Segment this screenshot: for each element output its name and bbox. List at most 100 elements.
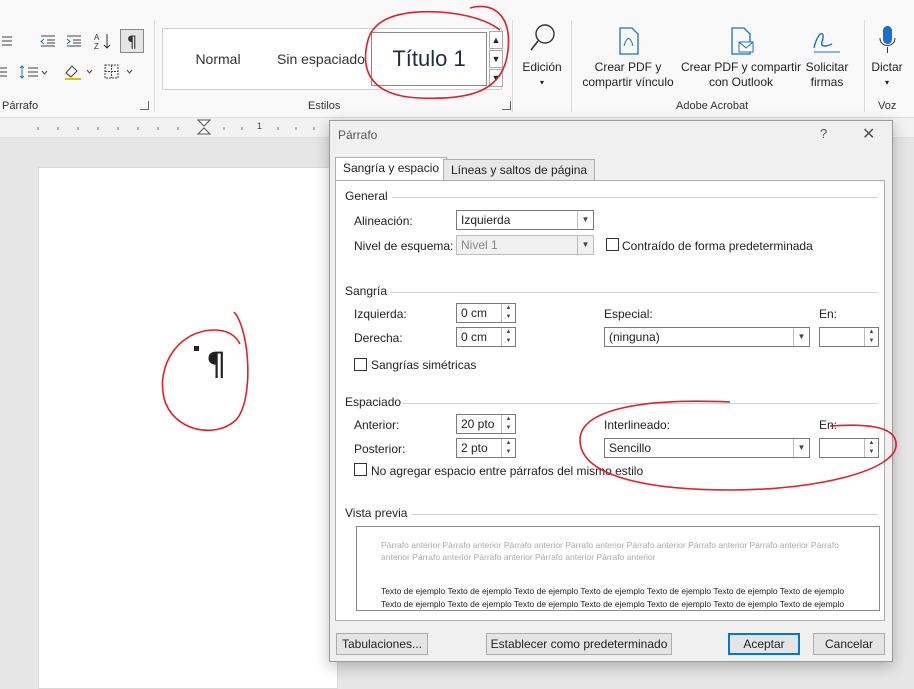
alineacion-select[interactable]: Izquierda ▼ (456, 210, 594, 230)
preview-sample-text: Texto de ejemplo Texto de ejemplo Texto … (381, 586, 845, 609)
sangrias-simetricas-label: Sangrías simétricas (371, 358, 477, 372)
help-icon[interactable]: ? (820, 126, 827, 141)
ruler-mark: 1 (257, 121, 263, 131)
divider (390, 292, 878, 293)
section-vista-previa: Vista previa (345, 506, 408, 520)
tab-lineas-saltos[interactable]: Líneas y saltos de página (443, 159, 596, 181)
group-label-estilos: Estilos (308, 100, 341, 112)
no-agregar-espacio-label: No agregar espacio entre párrafos del mi… (371, 464, 644, 478)
derecha-spinner[interactable]: 0 cm ▲ ▼ (456, 327, 516, 347)
parrafo-dialog-launcher[interactable] (140, 101, 149, 110)
paragraph-mark: ¶ (206, 345, 227, 383)
gallery-more-icon[interactable]: ▼ (489, 69, 503, 87)
chevron-down-icon: ▼ (793, 328, 809, 346)
posterior-spinner[interactable]: 2 pto ▲ ▼ (456, 438, 516, 458)
borders-icon[interactable] (102, 62, 138, 82)
no-agregar-espacio-checkbox[interactable] (354, 463, 367, 476)
anterior-spinner[interactable]: 20 pto ▲ ▼ (456, 414, 516, 434)
group-label-acrobat: Adobe Acrobat (676, 100, 749, 112)
divider (412, 514, 878, 515)
section-espaciado: Espaciado (345, 395, 402, 409)
cancelar-button[interactable]: Cancelar (813, 633, 885, 655)
divider (402, 403, 878, 404)
sangria-en-spinner[interactable]: ▲ ▼ (819, 327, 879, 347)
solicitar-line2: firmas (810, 75, 844, 89)
izquierda-value: 0 cm (461, 306, 488, 320)
spin-arrows-icon[interactable]: ▲ ▼ (501, 439, 515, 457)
contraido-checkbox[interactable] (606, 238, 619, 251)
close-icon[interactable]: ✕ (862, 124, 875, 144)
dictar-label: Dictar (871, 60, 903, 74)
group-separator (512, 20, 513, 112)
spin-arrows-icon[interactable]: ▲ ▼ (501, 415, 515, 433)
crear-pdf-vinculo-line2: compartir vínculo (582, 75, 674, 89)
aceptar-button[interactable]: Aceptar (728, 633, 800, 655)
spin-arrows-icon[interactable]: ▲ ▼ (864, 328, 878, 346)
crear-pdf-outlook-button[interactable]: Crear PDF y compartir con Outlook (680, 26, 802, 90)
style-sin-espaciado[interactable]: Sin espaciado (271, 29, 371, 89)
pdf-link-icon (619, 27, 639, 55)
styles-gallery: Normal Sin espaciado Título 1 ▲ ▼ ▼ (162, 28, 503, 90)
group-label-parrafo: Párrafo (2, 100, 39, 112)
crear-pdf-vinculo-button[interactable]: Crear PDF y compartir vínculo (578, 26, 678, 90)
edicion-button[interactable]: Edición ▾ (518, 22, 566, 90)
group-separator (154, 20, 155, 112)
chevron-down-icon: ▼ (577, 236, 593, 254)
especial-select[interactable]: (ninguna) ▼ (604, 327, 810, 347)
style-normal[interactable]: Normal (173, 29, 263, 89)
search-icon (530, 24, 555, 51)
solicitar-line1: Solicitar (805, 60, 849, 74)
sort-az-icon[interactable]: AZ (92, 30, 114, 52)
alineacion-value: Izquierda (461, 213, 511, 227)
gallery-scroll-down-icon[interactable]: ▼ (489, 50, 503, 68)
ruler-ticks (37, 119, 315, 135)
solicitar-firmas-button[interactable]: Solicitar firmas (802, 26, 852, 90)
nivel-esquema-label: Nivel de esquema: (354, 239, 454, 253)
izquierda-spinner[interactable]: 0 cm ▲ ▼ (456, 303, 516, 323)
estilos-dialog-launcher[interactable] (502, 101, 511, 110)
interlineado-en-spinner[interactable]: ▲ ▼ (819, 438, 879, 458)
especial-label: Especial: (604, 307, 653, 321)
crear-pdf-outlook-line1: Crear PDF y compartir (680, 60, 802, 74)
ribbon: AZ ¶ Párrafo Normal Sin espaciado Título… (0, 0, 914, 118)
dictar-button[interactable]: Dictar ▾ (866, 24, 908, 90)
style-titulo-1[interactable]: Título 1 (371, 32, 487, 86)
document-page[interactable] (38, 167, 338, 689)
izquierda-label: Izquierda: (354, 307, 407, 321)
group-label-voz: Voz (878, 100, 897, 112)
tab-sangria-espacio[interactable]: Sangría y espacio (335, 157, 448, 181)
anterior-value: 20 pto (461, 417, 495, 431)
interlineado-select[interactable]: Sencillo ▼ (604, 438, 810, 458)
crear-pdf-vinculo-line1: Crear PDF y (594, 60, 662, 74)
interlineado-label: Interlineado: (604, 418, 671, 432)
line-spacing-icon[interactable] (18, 63, 48, 81)
preview-previous-paragraph: Párrafo anterior Párrafo anterior Párraf… (381, 540, 839, 562)
group-separator (864, 20, 865, 112)
spin-arrows-icon[interactable]: ▲ ▼ (864, 439, 878, 457)
paragraph-dialog: Párrafo ? ✕ Sangría y espacio Líneas y s… (329, 120, 893, 662)
spin-arrows-icon[interactable]: ▲ ▼ (501, 328, 515, 346)
increase-indent-icon[interactable] (64, 32, 84, 50)
tabulaciones-button[interactable]: Tabulaciones... (336, 633, 428, 655)
establecer-predeterminado-button[interactable]: Establecer como predeterminado (486, 633, 672, 655)
svg-text:Z: Z (94, 42, 99, 51)
align-icon[interactable] (0, 63, 8, 81)
section-general: General (345, 189, 388, 203)
sangrias-simetricas-checkbox[interactable] (354, 358, 367, 371)
contraido-label: Contraído de forma predeterminada (622, 239, 813, 253)
show-formatting-marks-button[interactable]: ¶ (120, 29, 144, 53)
chevron-down-icon: ▼ (577, 211, 593, 229)
shading-icon[interactable] (62, 62, 98, 82)
interlineado-en-label: En: (819, 418, 838, 432)
microphone-icon (879, 26, 896, 53)
nivel-esquema-select: Nivel 1 ▼ (456, 235, 594, 255)
group-separator (571, 20, 572, 112)
spin-arrows-icon[interactable]: ▲ ▼ (501, 304, 515, 322)
gallery-scroll-up-icon[interactable]: ▲ (489, 31, 503, 49)
bullets-list-icon[interactable] (0, 32, 14, 50)
chevron-down-icon: ▾ (884, 78, 889, 87)
decrease-indent-icon[interactable] (38, 32, 58, 50)
derecha-value: 0 cm (461, 330, 488, 344)
divider (392, 197, 878, 198)
svg-text:A: A (94, 33, 100, 42)
